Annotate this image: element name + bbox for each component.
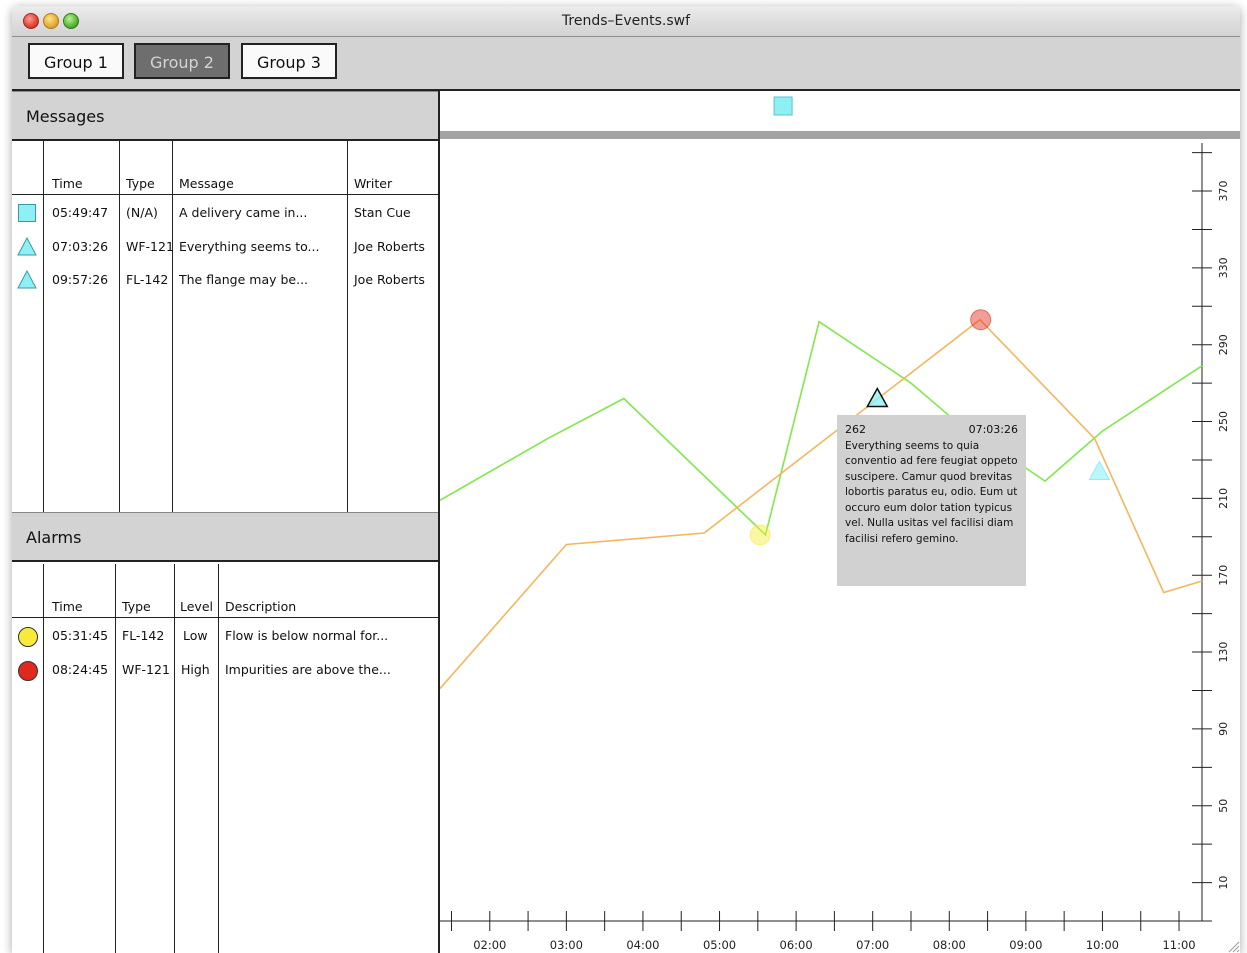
message-type: (N/A) <box>126 205 158 220</box>
messages-table: Time Type Message Writer 05:49:47 (N/A) … <box>12 141 438 512</box>
group-2-button[interactable]: Group 2 <box>134 43 230 79</box>
alarm-level: Low <box>183 628 208 643</box>
message-writer: Joe Roberts <box>354 272 425 287</box>
message-time: 09:57:26 <box>52 272 109 287</box>
y-tick-label: 290 <box>1217 334 1230 355</box>
alarms-col-type[interactable]: Type <box>122 599 151 614</box>
alarm-type: FL-142 <box>122 628 165 643</box>
alarm-description: Flow is below normal for... <box>225 628 389 643</box>
alarm-type: WF-121 <box>122 662 170 677</box>
app-window: Trends–Events.swf Group 1 Group 2 Group … <box>12 6 1240 953</box>
alarms-col-level[interactable]: Level <box>180 599 213 614</box>
alarm-marker <box>970 309 992 331</box>
messages-col-writer[interactable]: Writer <box>354 176 392 191</box>
circle-icon <box>18 627 38 647</box>
alarms-col-time[interactable]: Time <box>52 599 83 614</box>
series-line-green <box>439 320 1203 537</box>
messages-col-time[interactable]: Time <box>52 176 83 191</box>
x-tick-label: 10:00 <box>1086 938 1119 952</box>
x-tick-label: 02:00 <box>473 938 506 952</box>
y-tick-label: 50 <box>1217 799 1230 813</box>
y-tick-label: 370 <box>1217 181 1230 202</box>
tooltip-text: Everything seems to quia conventio ad fe… <box>845 439 1018 545</box>
message-type: WF-121 <box>126 239 174 254</box>
group-3-button[interactable]: Group 3 <box>241 43 337 79</box>
x-tick-label: 03:00 <box>550 938 583 952</box>
message-writer: Stan Cue <box>354 205 411 220</box>
top-strip-divider <box>440 131 1240 139</box>
title-bar: Trends–Events.swf <box>12 6 1240 37</box>
triangle-icon <box>17 237 37 256</box>
alarms-header: Alarms <box>12 512 438 562</box>
message-writer: Joe Roberts <box>354 239 425 254</box>
square-icon <box>18 204 36 222</box>
tooltip-value: 262 <box>845 423 866 436</box>
alarm-marker <box>749 524 771 546</box>
x-tick-label: 09:00 <box>1009 938 1042 952</box>
x-tick-label: 06:00 <box>780 938 813 952</box>
alarm-time: 08:24:45 <box>52 662 109 677</box>
y-tick-label: 90 <box>1217 722 1230 736</box>
y-tick-label: 330 <box>1217 257 1230 278</box>
left-panel: Messages Time Type Message Writer 05:49:… <box>12 91 440 953</box>
resize-grip-icon[interactable] <box>1226 939 1240 953</box>
tooltip-time: 07:03:26 <box>968 423 1018 436</box>
messages-header: Messages <box>12 91 438 141</box>
event-tooltip: 262 07:03:26 Everything seems to quia co… <box>837 415 1026 586</box>
top-strip-marker <box>773 96 793 116</box>
y-tick-label: 250 <box>1217 411 1230 432</box>
y-tick-label: 130 <box>1217 642 1230 663</box>
alarm-time: 05:31:45 <box>52 628 109 643</box>
y-tick-label: 210 <box>1217 488 1230 509</box>
alarms-table: Time Type Level Description 05:31:45 FL-… <box>12 564 438 953</box>
message-text: The flange may be... <box>179 272 309 287</box>
alarm-level: High <box>181 662 210 677</box>
message-text: A delivery came in... <box>179 205 308 220</box>
messages-col-message[interactable]: Message <box>179 176 234 191</box>
series-line-orange <box>439 318 1203 690</box>
message-time: 05:49:47 <box>52 205 109 220</box>
x-tick-label: 05:00 <box>703 938 736 952</box>
triangle-icon <box>17 270 37 289</box>
window-title: Trends–Events.swf <box>561 13 691 29</box>
circle-icon <box>18 661 38 681</box>
messages-col-type[interactable]: Type <box>126 176 155 191</box>
group-toolbar: Group 1 Group 2 Group 3 <box>12 37 1240 91</box>
y-tick-label: 10 <box>1217 876 1230 890</box>
message-text: Everything seems to... <box>179 239 320 254</box>
message-marker <box>866 386 889 408</box>
x-tick-label: 04:00 <box>626 938 659 952</box>
alarm-description: Impurities are above the... <box>225 662 391 677</box>
x-tick-label: 08:00 <box>933 938 966 952</box>
message-time: 07:03:26 <box>52 239 109 254</box>
x-tick-label: 11:00 <box>1162 938 1195 952</box>
x-tick-label: 07:00 <box>856 938 889 952</box>
y-tick-label: 170 <box>1217 565 1230 586</box>
group-1-button[interactable]: Group 1 <box>28 43 124 79</box>
alarms-col-description[interactable]: Description <box>225 599 296 614</box>
message-type: FL-142 <box>126 272 169 287</box>
